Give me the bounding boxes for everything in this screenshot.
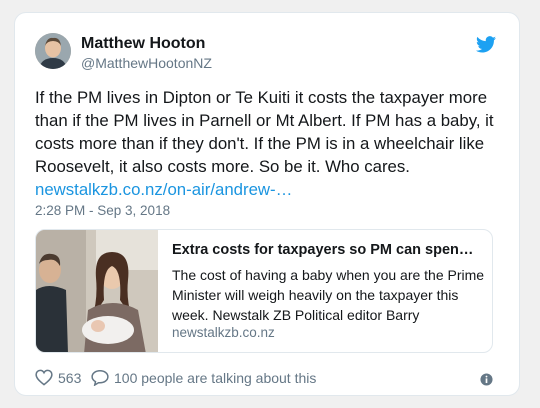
heart-icon[interactable] bbox=[35, 369, 53, 386]
tweet-link[interactable]: newstalkzb.co.nz/on-air/andrew-… bbox=[35, 180, 292, 199]
author-name[interactable]: Matthew Hooton bbox=[81, 35, 205, 53]
tweet-footer: 563 100 people are talking about this bbox=[35, 367, 505, 389]
author-handle[interactable]: @MatthewHootonNZ bbox=[81, 55, 212, 71]
link-thumbnail bbox=[36, 230, 158, 352]
author-avatar[interactable] bbox=[35, 33, 71, 69]
link-card-description: The cost of having a baby when you are t… bbox=[172, 267, 485, 323]
link-card-domain: newstalkzb.co.nz bbox=[172, 325, 275, 340]
link-preview-card[interactable]: Extra costs for taxpayers so PM can spen… bbox=[35, 229, 493, 353]
like-count[interactable]: 563 bbox=[58, 370, 81, 386]
tweet-timestamp[interactable]: 2:28 PM - Sep 3, 2018 bbox=[35, 203, 170, 218]
link-card-title: Extra costs for taxpayers so PM can spen… bbox=[172, 242, 474, 258]
talking-about-text[interactable]: 100 people are talking about this bbox=[114, 370, 316, 386]
speech-bubble-icon[interactable] bbox=[91, 369, 109, 386]
twitter-bird-icon[interactable] bbox=[476, 36, 496, 53]
tweet-text: If the PM lives in Dipton or Te Kuiti it… bbox=[35, 86, 505, 201]
tweet-body: If the PM lives in Dipton or Te Kuiti it… bbox=[35, 88, 494, 176]
tweet-card: Matthew Hooton @MatthewHootonNZ If the P… bbox=[14, 12, 520, 396]
info-icon[interactable] bbox=[480, 373, 493, 386]
